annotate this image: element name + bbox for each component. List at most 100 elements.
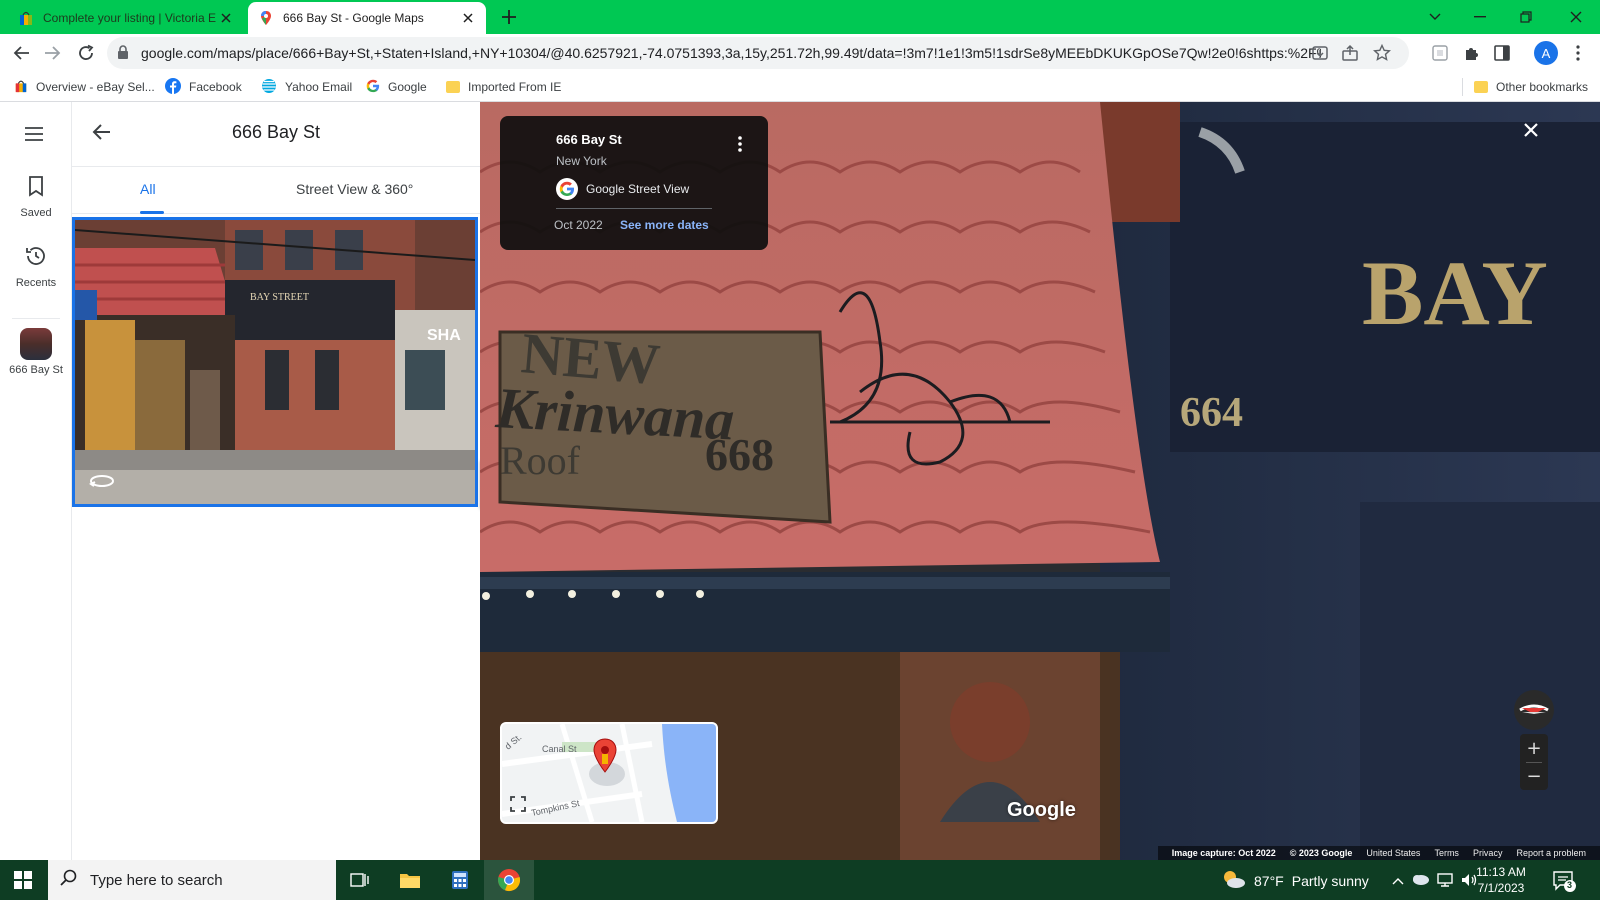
imagery-source: Google Street View <box>586 182 690 196</box>
notifications-icon[interactable]: 3 <box>1552 870 1576 897</box>
google-g-icon <box>366 79 380 96</box>
ebay-bag-icon <box>14 79 28 96</box>
street-view-canvas[interactable]: NEW Krinwana Roof 668 664 BAY 666 Bay St… <box>480 102 1600 860</box>
att-globe-icon <box>261 78 277 97</box>
facebook-icon <box>165 77 181 97</box>
show-hidden-icons-chevron[interactable] <box>1392 872 1404 890</box>
search-icon <box>60 869 78 891</box>
tab-street-view-360[interactable]: Street View & 360° <box>296 181 413 197</box>
forward-arrow-icon[interactable] <box>40 41 64 65</box>
weather-condition: Partly sunny <box>1291 872 1369 889</box>
restore-window-icon[interactable] <box>1514 5 1538 29</box>
partly-sunny-icon <box>1220 868 1246 893</box>
weather-widget[interactable]: 87°F Partly sunny <box>1220 868 1369 893</box>
bookmark-folder-other[interactable]: Other bookmarks <box>1474 77 1588 97</box>
sign-text-number: 668 <box>705 429 774 480</box>
bookmark-google[interactable]: Google <box>366 77 427 97</box>
taskbar-search-box[interactable]: Type here to search <box>48 860 336 900</box>
see-more-dates-link[interactable]: See more dates <box>620 218 709 232</box>
back-arrow-icon[interactable] <box>10 41 34 65</box>
privacy-link[interactable]: Privacy <box>1473 848 1503 858</box>
photo-tabs: All Street View & 360° <box>72 166 480 214</box>
bookmark-ebay-overview[interactable]: Overview - eBay Sel... <box>14 77 155 97</box>
rail-item-saved[interactable]: Saved <box>0 174 72 219</box>
rail-item-label: 666 Bay St <box>9 364 63 376</box>
zoom-in-button[interactable]: + <box>1520 734 1548 762</box>
svg-text:BAY STREET: BAY STREET <box>250 292 309 303</box>
calculator-icon[interactable] <box>448 868 472 892</box>
bookmarks-bar: Overview - eBay Sel... Facebook Yahoo Em… <box>0 72 1600 102</box>
map-street-label: Canal St <box>542 744 577 754</box>
bookmark-folder-imported[interactable]: Imported From IE <box>446 77 561 97</box>
copyright-text: © 2023 Google <box>1289 848 1353 858</box>
lock-icon[interactable] <box>117 45 129 64</box>
image-capture-date: Image capture: Oct 2022 <box>1171 848 1276 858</box>
more-options-icon[interactable] <box>738 136 742 157</box>
browser-tab-strip: Complete your listing | Victoria E 666 B… <box>0 0 1600 34</box>
hamburger-menu-icon[interactable] <box>24 126 44 147</box>
notification-count-badge: 3 <box>1567 880 1573 890</box>
rail-item-recents[interactable]: Recents <box>0 244 72 289</box>
rail-divider <box>12 318 60 319</box>
browser-tab-maps[interactable]: 666 Bay St - Google Maps <box>248 2 486 34</box>
rail-item-label: Saved <box>20 207 52 219</box>
location-name: 666 Bay St <box>556 132 622 147</box>
clock-time: 11:13 AM <box>1476 865 1526 879</box>
share-icon[interactable] <box>1341 44 1359 62</box>
bookmark-facebook[interactable]: Facebook <box>165 77 242 97</box>
close-window-icon[interactable] <box>1564 5 1588 29</box>
terms-link[interactable]: Terms <box>1434 848 1459 858</box>
close-street-view-icon[interactable] <box>1523 122 1539 143</box>
tab-all[interactable]: All <box>140 181 156 197</box>
close-tab-icon[interactable] <box>218 10 234 26</box>
onedrive-cloud-icon[interactable] <box>1410 872 1430 891</box>
extensions-puzzle-icon[interactable] <box>1460 41 1484 65</box>
street-view-photo-thumbnail[interactable]: BAY STREET SHA <box>72 217 478 507</box>
compass-icon[interactable] <box>1514 690 1554 730</box>
new-tab-button[interactable] <box>499 7 519 27</box>
capture-date: Oct 2022 <box>554 218 603 232</box>
bookmark-star-icon[interactable] <box>1372 43 1392 62</box>
attribution-bar: Image capture: Oct 2022 © 2023 Google Un… <box>1157 846 1600 860</box>
bookmark-label: Yahoo Email <box>285 80 353 94</box>
mini-map[interactable]: Canal St Tompkins St d St. <box>500 722 718 824</box>
bookmark-label: Google <box>388 80 427 94</box>
address-bar[interactable]: google.com/maps/place/666+Bay+St,+Staten… <box>107 37 1409 69</box>
reload-icon[interactable] <box>74 41 98 65</box>
bookmark-yahoo-email[interactable]: Yahoo Email <box>261 77 352 97</box>
browser-tab-ebay[interactable]: Complete your listing | Victoria E <box>8 2 244 34</box>
weather-temperature: 87°F <box>1254 872 1284 889</box>
selected-tab-indicator <box>140 211 164 214</box>
minimize-window-icon[interactable] <box>1468 5 1492 29</box>
bookmark-label: Other bookmarks <box>1496 80 1589 94</box>
extension-square-icon[interactable] <box>1428 41 1452 65</box>
card-divider <box>556 208 712 209</box>
side-panel-icon[interactable] <box>1490 41 1514 65</box>
network-icon[interactable] <box>1436 872 1454 893</box>
expand-map-icon[interactable] <box>510 796 526 817</box>
chrome-taskbar-icon[interactable] <box>484 860 534 900</box>
folder-icon <box>446 81 460 93</box>
building-name-text: BAY <box>1362 242 1548 344</box>
report-problem-link[interactable]: Report a problem <box>1516 848 1586 858</box>
panel-title: 666 Bay St <box>231 122 321 142</box>
zoom-out-button[interactable]: − <box>1520 762 1548 790</box>
place-side-panel: 666 Bay St All Street View & 360° BAY ST… <box>72 102 480 860</box>
url-text[interactable]: google.com/maps/place/666+Bay+St,+Staten… <box>141 45 1321 61</box>
bookmarks-divider <box>1462 78 1463 96</box>
360-rotate-icon <box>89 472 115 495</box>
browser-menu-icon[interactable] <box>1566 41 1590 65</box>
tab-search-chevron-icon[interactable] <box>1423 5 1447 29</box>
task-view-icon[interactable] <box>348 868 372 892</box>
system-clock[interactable]: 11:13 AM 7/1/2023 <box>1466 864 1536 896</box>
file-explorer-icon[interactable] <box>398 868 422 892</box>
country-link[interactable]: United States <box>1366 848 1420 858</box>
close-tab-icon[interactable] <box>460 10 476 26</box>
windows-start-icon[interactable] <box>14 871 32 894</box>
install-icon[interactable] <box>1311 44 1329 62</box>
profile-avatar[interactable]: A <box>1534 41 1558 65</box>
tab-title: Complete your listing | Victoria E <box>43 11 216 25</box>
sign-text-roof: Roof <box>500 438 581 483</box>
tab-title: 666 Bay St - Google Maps <box>283 11 424 25</box>
rail-item-recent-place[interactable]: 666 Bay St <box>0 328 72 376</box>
